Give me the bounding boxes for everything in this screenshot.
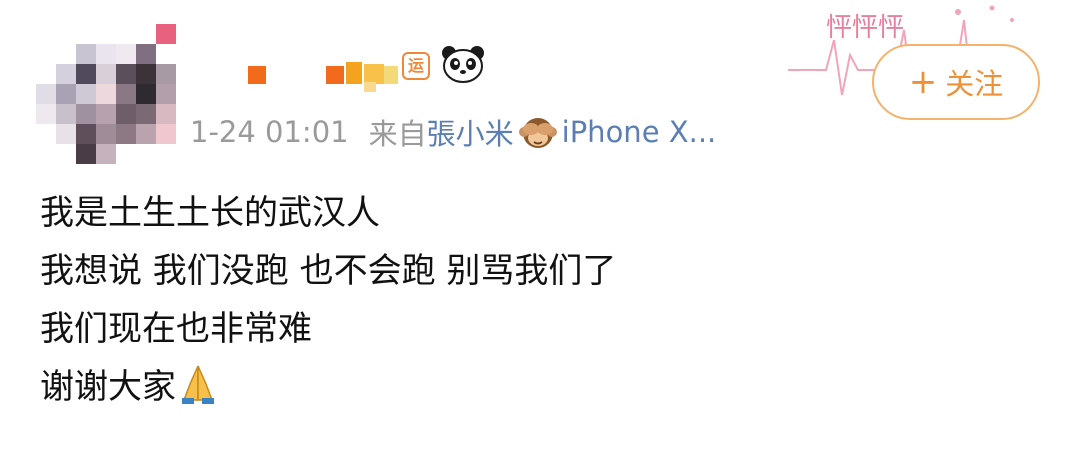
see-no-evil-monkey-icon — [518, 118, 557, 148]
post-body: 我是土生土长的武汉人 我想说 我们没跑 也不会跑 别骂我们了 我们现在也非常难 … — [40, 184, 616, 416]
vip-badge-icon: 运 — [402, 52, 430, 80]
username-blurred[interactable] — [248, 62, 408, 92]
decoration-text: 怦怦怦 — [826, 13, 904, 43]
folded-hands-icon — [182, 365, 214, 404]
follow-label: 关注 — [945, 67, 1004, 101]
post-line: 我是土生土长的武汉人 — [40, 193, 380, 233]
panda-icon — [442, 46, 484, 83]
follow-button[interactable]: + 关注 — [872, 44, 1040, 120]
source-name[interactable]: 張小米 — [427, 111, 514, 153]
post-time: 1-24 01:01 — [190, 115, 349, 149]
post-line-text: 谢谢大家 — [40, 367, 176, 407]
post-meta: 1-24 01:01 来自 張小米 iPhone X... — [190, 112, 716, 152]
source-prefix: 来自 — [368, 117, 427, 151]
client-name[interactable]: iPhone X... — [562, 115, 717, 149]
post-line: 我们现在也非常难 — [40, 309, 312, 349]
avatar[interactable] — [36, 24, 176, 164]
post-line: 我想说 我们没跑 也不会跑 别骂我们了 — [40, 251, 617, 291]
plus-icon: + — [908, 62, 938, 102]
post-line-last: 谢谢大家 — [40, 358, 616, 416]
